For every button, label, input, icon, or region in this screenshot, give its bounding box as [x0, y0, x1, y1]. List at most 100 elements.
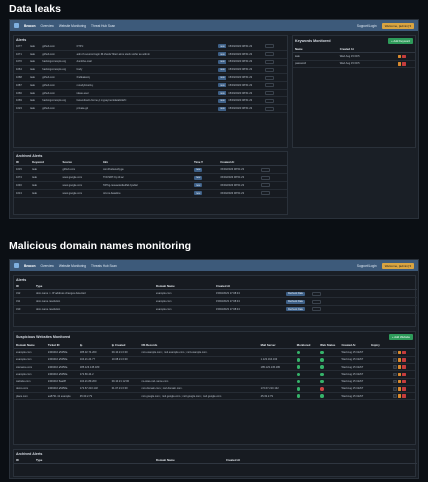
delete-icon[interactable]: [402, 350, 406, 355]
table-row[interactable]: website.com 2400416 5aa3ff 104.21.89.200 09…: [14, 378, 415, 386]
archive-button[interactable]: [312, 291, 322, 296]
edit-icon[interactable]: [397, 350, 402, 355]
alert-status[interactable]: new: [216, 65, 227, 75]
edit-icon[interactable]: [397, 387, 402, 391]
table-row[interactable]: example.com 2400416 a5256a 172.66.44.2 Wed …: [14, 370, 415, 379]
table-row[interactable]: 1077 leak github.com FTP1: new 15/03/2023 08:…: [14, 43, 287, 51]
archived-time[interactable]: new: [191, 165, 219, 175]
archive-button[interactable]: [264, 75, 274, 80]
archived-time-pill[interactable]: new: [193, 167, 203, 172]
table-row[interactable]: demo.com 2400416 a5256a 172.67.210.132 01.0…: [14, 385, 415, 394]
alert-status-pill[interactable]: new: [218, 91, 227, 96]
archive-button[interactable]: [264, 52, 274, 57]
recheck-date-button[interactable]: Recheck Date: [284, 305, 310, 314]
archived-header-time[interactable]: Time ▾: [191, 159, 219, 167]
table-row[interactable]: 1070 leak hackingconcepts.org dumbbe-mail ne…: [14, 58, 287, 67]
archive-button[interactable]: [312, 307, 322, 312]
more-icon[interactable]: [393, 394, 397, 398]
nav-brand[interactable]: Beacon: [24, 264, 36, 268]
recheck-date-button[interactable]: Recheck Date: [284, 289, 310, 299]
archive-button[interactable]: [260, 167, 270, 172]
delete-icon[interactable]: [402, 387, 406, 391]
nav-support-link[interactable]: Support/Login: [357, 24, 377, 28]
archive-button[interactable]: [312, 299, 322, 304]
table-row[interactable]: 1013 leak www.google.com rol-ins-baseline ne…: [14, 189, 287, 198]
nav-item-website-monitoring[interactable]: Website Monitoring: [59, 264, 86, 268]
alert-status-pill[interactable]: new: [218, 67, 227, 72]
alert-status[interactable]: new: [216, 43, 227, 51]
alert-status-pill[interactable]: new: [218, 106, 227, 111]
nav-support-link[interactable]: Support/Login: [357, 264, 377, 268]
add-keyword-button[interactable]: + Add Keyword: [388, 38, 413, 44]
nav-item-overview[interactable]: Overview: [41, 24, 54, 28]
table-row[interactable]: example.com 2400416 a5256a 104.21.24.77 10.…: [14, 356, 415, 364]
nav-item-overview[interactable]: Overview: [41, 264, 54, 268]
edit-icon[interactable]: [397, 54, 402, 59]
alert-status[interactable]: new: [216, 96, 227, 106]
edit-icon[interactable]: [397, 394, 402, 398]
archived-time-pill[interactable]: new: [193, 191, 203, 196]
table-row[interactable]: 1046 leak www.google.com TcPhg-resuaotedted…: [14, 181, 287, 190]
more-icon[interactable]: [393, 350, 397, 355]
delete-icon[interactable]: [402, 62, 406, 66]
nav-item-website-monitoring[interactable]: Website Monitoring: [59, 24, 86, 28]
table-row[interactable]: 1069 leak hackingconcepts.org beta-kilowin-…: [14, 96, 287, 106]
table-row[interactable]: sitename.com 2400416 a5256a 185.123.145.18…: [14, 363, 415, 372]
alert-status[interactable]: new: [216, 89, 227, 98]
edit-icon[interactable]: [397, 62, 402, 66]
table-row[interactable]: 1074 leak www.google.com TOCSRT-Kj-13.ac new…: [14, 173, 287, 182]
archive-button[interactable]: [260, 191, 270, 196]
table-row[interactable]: 1023 leak github.com private-git new 15/03/20…: [14, 104, 287, 114]
archive-button[interactable]: [264, 59, 274, 64]
archive-button[interactable]: [264, 98, 274, 103]
table-row[interactable]: 1071 leak github.com adm.th.sourcer.login.f…: [14, 50, 287, 59]
add-website-button[interactable]: + Add Website: [388, 334, 413, 340]
alert-status[interactable]: new: [216, 81, 227, 90]
archive-button[interactable]: [260, 183, 270, 188]
delete-icon[interactable]: [402, 358, 406, 362]
recheck-date-button-pill[interactable]: Recheck Date: [286, 307, 306, 312]
table-row[interactable]: 312 dom.name <- IP address changes detect…: [14, 289, 417, 299]
alert-status-pill[interactable]: new: [218, 44, 227, 49]
recheck-date-button[interactable]: Recheck Date: [284, 297, 310, 306]
table-row[interactable]: 1066 leak github.com ideas-user new 15/03/202…: [14, 89, 287, 98]
recheck-date-button-pill[interactable]: Recheck Date: [286, 291, 306, 296]
alert-status-pill[interactable]: new: [218, 59, 227, 64]
nav-brand[interactable]: Beacon: [24, 24, 36, 28]
table-row[interactable]: 1087 leak github.com moodykinetix-j new 15/03…: [14, 81, 287, 90]
archived-time-pill[interactable]: new: [193, 183, 203, 188]
alert-status[interactable]: new: [216, 58, 227, 67]
alert-status[interactable]: new: [216, 73, 227, 82]
delete-icon[interactable]: [402, 379, 406, 384]
delete-icon[interactable]: [402, 54, 406, 59]
delete-icon[interactable]: [402, 394, 406, 398]
table-row[interactable]: 1064 leak hackingconcepts.org body new 15/03/…: [14, 65, 287, 75]
archive-button[interactable]: [264, 106, 274, 111]
table-row[interactable]: 310 dom.name.resolution example.com 15/03/2…: [14, 305, 417, 314]
alert-status-pill[interactable]: new: [218, 98, 227, 103]
edit-icon[interactable]: [397, 365, 402, 369]
nav-item-threats-hub-scan[interactable]: Threats Hub Scan: [91, 264, 117, 268]
alert-status[interactable]: new: [216, 104, 227, 114]
table-row[interactable]: 1015 leak github.com com/thelieowbyge new 15/…: [14, 165, 287, 175]
archive-button[interactable]: [264, 83, 274, 88]
archive-button[interactable]: [264, 91, 274, 96]
more-icon[interactable]: [393, 365, 397, 369]
table-row[interactable]: 311 dom.name.resolution example.com 15/03/2…: [14, 297, 417, 306]
alert-status-pill[interactable]: new: [218, 52, 227, 57]
edit-icon[interactable]: [397, 358, 402, 362]
more-icon[interactable]: [393, 372, 397, 377]
alert-status[interactable]: new: [216, 50, 227, 59]
archived-time[interactable]: new: [191, 181, 219, 190]
delete-icon[interactable]: [402, 372, 406, 377]
table-row[interactable]: place.com ea5731 41 example 45.33.2.79 ns1.…: [14, 392, 415, 401]
more-icon[interactable]: [393, 387, 397, 391]
archive-button[interactable]: [264, 44, 274, 49]
alert-status-pill[interactable]: new: [218, 75, 227, 80]
edit-icon[interactable]: [397, 372, 402, 377]
edit-icon[interactable]: [397, 379, 402, 384]
user-menu-button[interactable]: Welcome, [admin] ▾: [381, 22, 414, 29]
archive-button[interactable]: [264, 67, 274, 72]
nav-item-threat-hub-scan[interactable]: Threat Hub Scan: [91, 24, 115, 28]
user-menu-button[interactable]: Welcome, [admin] ▾: [381, 262, 414, 269]
